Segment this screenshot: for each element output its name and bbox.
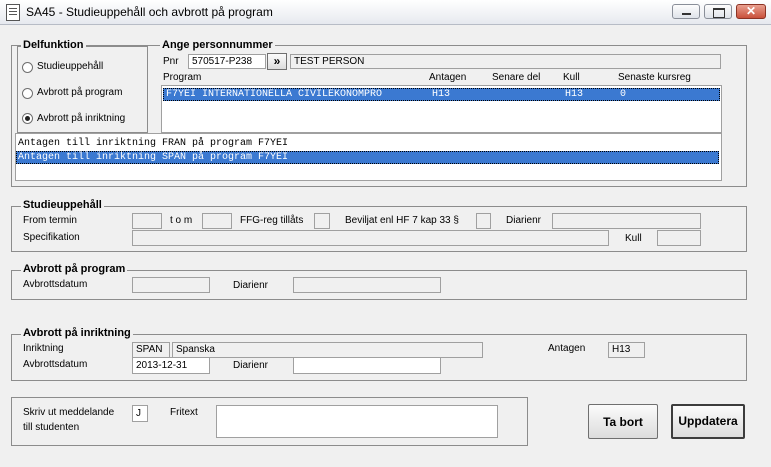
maximize-button[interactable]	[704, 4, 732, 19]
radio-avbrott-inriktning-label[interactable]: Avbrott på inriktning	[37, 113, 125, 124]
inriktning-code-field: SPAN	[132, 342, 170, 358]
kull-input[interactable]	[657, 230, 701, 246]
ta-bort-button[interactable]: Ta bort	[588, 404, 658, 439]
row-program: F7YEI INTERNATIONELLA CIVILEKONOMPRO	[166, 89, 383, 100]
row-senaste-kursreg: 0	[620, 89, 627, 100]
search-person-button[interactable]: »	[267, 53, 287, 70]
close-button[interactable]: ✕	[736, 4, 766, 19]
ap-diarienr-input[interactable]	[293, 277, 441, 293]
antagen-value: H13	[612, 344, 631, 355]
col-program: Program	[163, 72, 202, 83]
window-title: SA45 - Studieuppehåll och avbrott på pro…	[26, 5, 273, 19]
pnr-value: 570517-P238	[192, 56, 253, 67]
specifikation-label: Specifikation	[23, 232, 80, 243]
ai-avbrottsdatum-value: 2013-12-31	[136, 360, 188, 371]
person-name: TEST PERSON	[294, 56, 365, 67]
col-senaste-kursreg: Senaste kursreg	[618, 72, 691, 83]
ai-diarienr-label: Diarienr	[233, 360, 269, 371]
ai-diarienr-input[interactable]	[293, 357, 441, 374]
antagen-label: Antagen	[548, 343, 586, 354]
radio-studieuppehall-label[interactable]: Studieuppehåll	[37, 61, 103, 72]
row-antagen: H13	[432, 89, 451, 100]
pnr-input[interactable]: 570517-P238	[188, 54, 266, 69]
minimize-button[interactable]	[672, 4, 700, 19]
personnummer-legend: Ange personnummer	[160, 39, 275, 51]
table-row[interactable]: F7YEI INTERNATIONELLA CIVILEKONOMPRO H13…	[163, 88, 720, 101]
radio-studieuppehall[interactable]	[22, 62, 33, 73]
beviljat-input[interactable]	[476, 213, 491, 229]
ap-avbrottsdatum-label: Avbrottsdatum	[23, 279, 88, 290]
fritext-label: Fritext	[170, 407, 198, 418]
list-item-selected[interactable]: Antagen till inriktning SPAN på program …	[16, 151, 719, 164]
kull-label: Kull	[625, 233, 642, 244]
col-kull: Kull	[563, 72, 580, 83]
radio-avbrott-program[interactable]	[22, 88, 33, 99]
col-senare-del: Senare del	[492, 72, 541, 83]
close-icon: ✕	[746, 4, 757, 18]
avbrott-program-legend: Avbrott på program	[21, 263, 128, 275]
delfunktion-legend: Delfunktion	[21, 39, 86, 51]
ffg-reg-input[interactable]	[314, 213, 330, 229]
tom-input[interactable]	[202, 213, 232, 229]
pnr-label: Pnr	[163, 56, 179, 67]
specifikation-input[interactable]	[132, 230, 609, 246]
inriktning-name: Spanska	[176, 344, 215, 355]
avbrott-inriktning-legend: Avbrott på inriktning	[21, 327, 133, 339]
ap-avbrottsdatum-input[interactable]	[132, 277, 210, 293]
inriktning-label: Inriktning	[23, 343, 64, 354]
from-termin-label: From termin	[23, 215, 77, 226]
row-kull: H13	[565, 89, 584, 100]
inriktning-code: SPAN	[136, 344, 163, 355]
beviljat-label: Beviljat enl HF 7 kap 33 §	[345, 215, 459, 226]
ap-diarienr-label: Diarienr	[233, 280, 269, 291]
minimize-icon	[682, 13, 691, 15]
ai-avbrottsdatum-label: Avbrottsdatum	[23, 359, 88, 370]
meddelande-label-1: Skriv ut meddelande	[23, 407, 115, 418]
ffg-reg-label: FFG-reg tillåts	[240, 215, 304, 226]
app-icon	[6, 4, 20, 21]
fritext-input[interactable]	[216, 405, 498, 438]
ai-avbrottsdatum-input[interactable]: 2013-12-31	[132, 357, 210, 374]
radio-avbrott-inriktning[interactable]	[22, 113, 33, 124]
tom-label: t o m	[170, 215, 193, 226]
uppdatera-button[interactable]: Uppdatera	[671, 404, 745, 439]
su-diarienr-input[interactable]	[552, 213, 701, 229]
inriktning-name-field: Spanska	[172, 342, 483, 358]
radio-avbrott-program-label[interactable]: Avbrott på program	[37, 87, 122, 98]
list-item[interactable]: Antagen till inriktning FRAN på program …	[18, 137, 288, 150]
maximize-icon	[713, 8, 725, 18]
from-termin-input[interactable]	[132, 213, 162, 229]
meddelande-value: J	[136, 408, 141, 419]
person-name-field: TEST PERSON	[290, 54, 721, 69]
antagen-field: H13	[608, 342, 645, 358]
col-antagen: Antagen	[429, 72, 467, 83]
studieuppehall-legend: Studieuppehåll	[21, 199, 104, 211]
meddelande-label-2: till studenten	[23, 422, 80, 433]
su-diarienr-label: Diarienr	[506, 215, 542, 226]
meddelande-input[interactable]: J	[132, 405, 148, 422]
